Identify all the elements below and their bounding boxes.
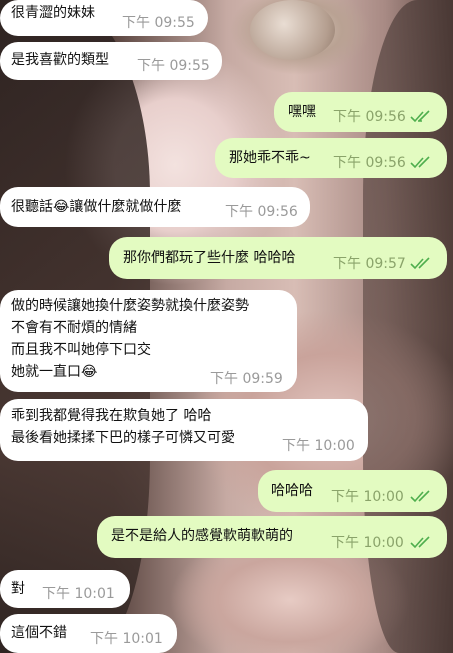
message-text-block: 乖到我都覺得我在欺負她了 哈哈 最後看她揉揉下巴的樣子可憐又可愛 [11, 405, 235, 449]
message-bubble-outgoing[interactable]: 嘿嘿 下午 09:56 [274, 92, 447, 132]
message-time: 下午 10:00 [331, 535, 404, 551]
message-text: 哈哈哈 [271, 483, 313, 499]
message-time: 下午 10:00 [331, 489, 404, 505]
double-check-icon [410, 155, 432, 169]
message-text: 這個不錯 [11, 625, 67, 641]
message-bubble-outgoing[interactable]: 那你們都玩了些什麼 哈哈哈 下午 09:57 [109, 237, 447, 279]
message-text: 對 [11, 581, 25, 597]
message-time: 下午 09:59 [210, 371, 283, 387]
message-text: 那她乖不乖~ [229, 150, 311, 166]
message-bubble-incoming[interactable]: 很聽話😂讓做什麼就做什麼 下午 09:56 [0, 187, 310, 227]
message-time: 下午 10:01 [90, 631, 163, 647]
message-bubble-outgoing[interactable]: 是不是給人的感覺軟萌軟萌的 下午 10:00 [97, 516, 447, 558]
message-text: 很聽話😂讓做什麼就做什麼 [11, 199, 182, 215]
message-time: 下午 09:55 [122, 15, 195, 31]
message-bubble-incoming[interactable]: 對 下午 10:01 [0, 570, 130, 608]
message-line: 乖到我都覺得我在欺負她了 哈哈 [11, 408, 212, 424]
message-line: 而且我不叫她停下口交 [11, 342, 151, 358]
message-time: 下午 09:56 [333, 155, 406, 171]
message-time: 下午 09:57 [333, 256, 406, 272]
double-check-icon [410, 489, 432, 503]
message-text: 嘿嘿 [288, 104, 316, 120]
message-bubble-incoming[interactable]: 做的時候讓她換什麼姿勢就換什麼姿勢 不會有不耐煩的情緒 而且我不叫她停下口交 她… [0, 290, 297, 392]
message-time: 下午 09:56 [225, 204, 298, 220]
message-line: 不會有不耐煩的情緒 [11, 320, 137, 336]
message-line: 最後看她揉揉下巴的樣子可憐又可愛 [11, 430, 235, 446]
message-bubble-incoming[interactable]: 乖到我都覺得我在欺負她了 哈哈 最後看她揉揉下巴的樣子可憐又可愛 下午 10:0… [0, 399, 368, 461]
message-text: 很青澀的妹妹 [11, 5, 95, 21]
double-check-icon [410, 256, 432, 270]
message-bubble-outgoing[interactable]: 哈哈哈 下午 10:00 [258, 470, 447, 512]
message-text: 那你們都玩了些什麼 哈哈哈 [123, 250, 296, 266]
message-text: 是不是給人的感覺軟萌軟萌的 [111, 528, 293, 544]
message-time: 下午 10:01 [42, 586, 115, 602]
double-check-icon [410, 109, 432, 123]
message-bubble-incoming[interactable]: 很青澀的妹妹 下午 09:55 [0, 0, 208, 36]
message-time: 下午 09:55 [137, 58, 210, 74]
message-bubble-incoming[interactable]: 是我喜歡的類型 下午 09:55 [0, 42, 222, 80]
message-line: 做的時候讓她換什麼姿勢就換什麼姿勢 [11, 298, 249, 314]
message-bubble-outgoing[interactable]: 那她乖不乖~ 下午 09:56 [215, 138, 447, 178]
message-bubble-incoming[interactable]: 這個不錯 下午 10:01 [0, 614, 177, 653]
message-text: 是我喜歡的類型 [11, 52, 109, 68]
message-time: 下午 10:00 [282, 438, 355, 454]
double-check-icon [410, 535, 432, 549]
wallpaper-hair-accessory [250, 0, 335, 60]
message-time: 下午 09:56 [333, 109, 406, 125]
